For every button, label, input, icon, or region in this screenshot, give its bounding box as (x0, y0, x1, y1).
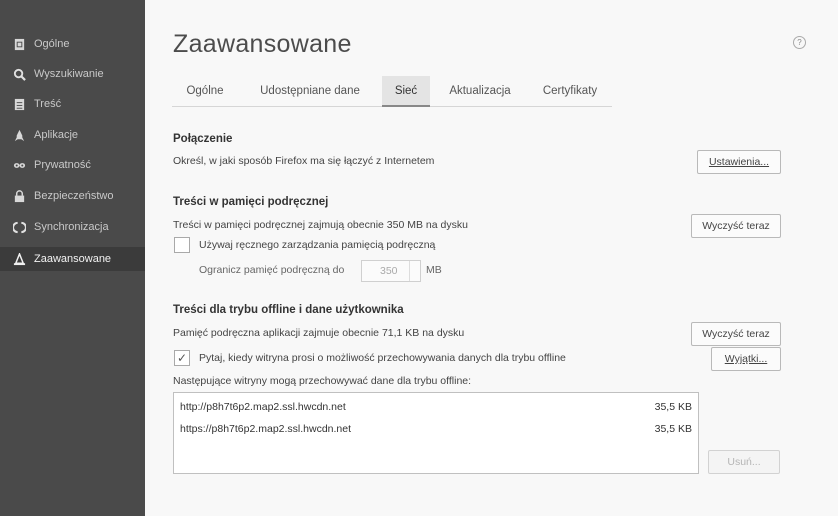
tab-update[interactable]: Aktualizacja (434, 76, 526, 106)
offline-heading: Treści dla trybu offline i dane użytkown… (173, 304, 404, 316)
connection-heading: Połączenie (173, 133, 233, 145)
spinner-icon[interactable] (409, 261, 420, 281)
cache-limit-value: 350 (380, 265, 398, 277)
cache-limit-label: Ogranicz pamięć podręczną do (199, 264, 345, 276)
list-item[interactable]: https://p8h7t6p2.map2.ssl.hwcdn.net 35,5… (180, 421, 692, 439)
sidebar-item-general[interactable]: Ogólne (0, 32, 145, 56)
sidebar: Ogólne Wyszukiwanie Treść Aplikacje Pryw… (0, 0, 145, 516)
cache-limit-input[interactable]: 350 (361, 260, 421, 282)
override-cache-checkbox[interactable] (174, 237, 190, 253)
wizard-hat-icon (12, 252, 26, 266)
sidebar-item-label: Prywatność (34, 159, 91, 171)
cache-limit-unit: MB (426, 264, 442, 276)
remove-button[interactable]: Usuń... (708, 450, 780, 474)
sidebar-item-label: Zaawansowane (34, 253, 112, 265)
tab-data-choices[interactable]: Udostępniane dane (240, 76, 380, 106)
sidebar-item-label: Wyszukiwanie (34, 68, 104, 80)
sidebar-item-advanced[interactable]: Zaawansowane (0, 247, 145, 271)
sidebar-item-label: Synchronizacja (34, 221, 109, 233)
cache-description: Treści w pamięci podręcznej zajmują obec… (173, 219, 468, 231)
button-label: Ustawienia... (708, 156, 770, 168)
offline-sites-list[interactable]: http://p8h7t6p2.map2.ssl.hwcdn.net 35,5 … (173, 392, 699, 474)
sidebar-item-search[interactable]: Wyszukiwanie (0, 62, 145, 86)
cache-heading: Treści w pamięci podręcznej (173, 196, 329, 208)
ask-offline-label: Pytaj, kiedy witryna prosi o możliwość p… (199, 352, 566, 364)
tab-certificates[interactable]: Certyfikaty (528, 76, 612, 106)
tab-bar: Ogólne Udostępniane dane Sieć Aktualizac… (172, 76, 612, 107)
site-url: https://p8h7t6p2.map2.ssl.hwcdn.net (180, 423, 352, 435)
override-cache-label: Używaj ręcznego zarządzania pamięcią pod… (199, 239, 436, 251)
sidebar-item-label: Aplikacje (34, 129, 79, 141)
list-item[interactable]: http://p8h7t6p2.map2.ssl.hwcdn.net 35,5 … (180, 399, 692, 417)
site-size: 35,5 KB (654, 423, 692, 435)
ask-offline-checkbox[interactable]: ✓ (174, 350, 190, 366)
connection-settings-button[interactable]: Ustawienia... (697, 150, 781, 174)
sidebar-item-security[interactable]: Bezpieczeństwo (0, 184, 145, 208)
tab-network[interactable]: Sieć (382, 76, 430, 107)
sync-icon (12, 220, 26, 234)
offline-sites-label: Następujące witryny mogą przechowywać da… (173, 375, 472, 387)
offline-description: Pamięć podręczna aplikacji zajmuje obecn… (173, 327, 465, 339)
clear-cache-button[interactable]: Wyczyść teraz (691, 214, 781, 238)
page-icon (12, 37, 26, 51)
main-content: Zaawansowane ? Ogólne Udostępniane dane … (145, 0, 838, 516)
button-label: Wyjątki... (724, 353, 768, 365)
tab-general[interactable]: Ogólne (172, 76, 238, 106)
search-icon (12, 67, 26, 81)
connection-description: Określ, w jaki sposób Firefox ma się łąc… (173, 155, 435, 167)
document-icon (12, 97, 26, 111)
sidebar-item-label: Ogólne (34, 38, 70, 50)
sidebar-item-applications[interactable]: Aplikacje (0, 123, 145, 147)
sidebar-item-content[interactable]: Treść (0, 92, 145, 116)
page-title: Zaawansowane (173, 30, 352, 58)
site-url: http://p8h7t6p2.map2.ssl.hwcdn.net (180, 401, 346, 413)
mask-icon (12, 158, 26, 172)
help-icon[interactable]: ? (793, 36, 806, 49)
sidebar-item-privacy[interactable]: Prywatność (0, 153, 145, 177)
sidebar-item-label: Treść (34, 98, 62, 110)
exceptions-button[interactable]: Wyjątki... (711, 347, 781, 371)
sidebar-item-sync[interactable]: Synchronizacja (0, 215, 145, 239)
rocket-icon (12, 128, 26, 142)
sidebar-item-label: Bezpieczeństwo (34, 190, 114, 202)
clear-offline-button[interactable]: Wyczyść teraz (691, 322, 781, 346)
lock-icon (12, 189, 26, 203)
site-size: 35,5 KB (654, 401, 692, 413)
